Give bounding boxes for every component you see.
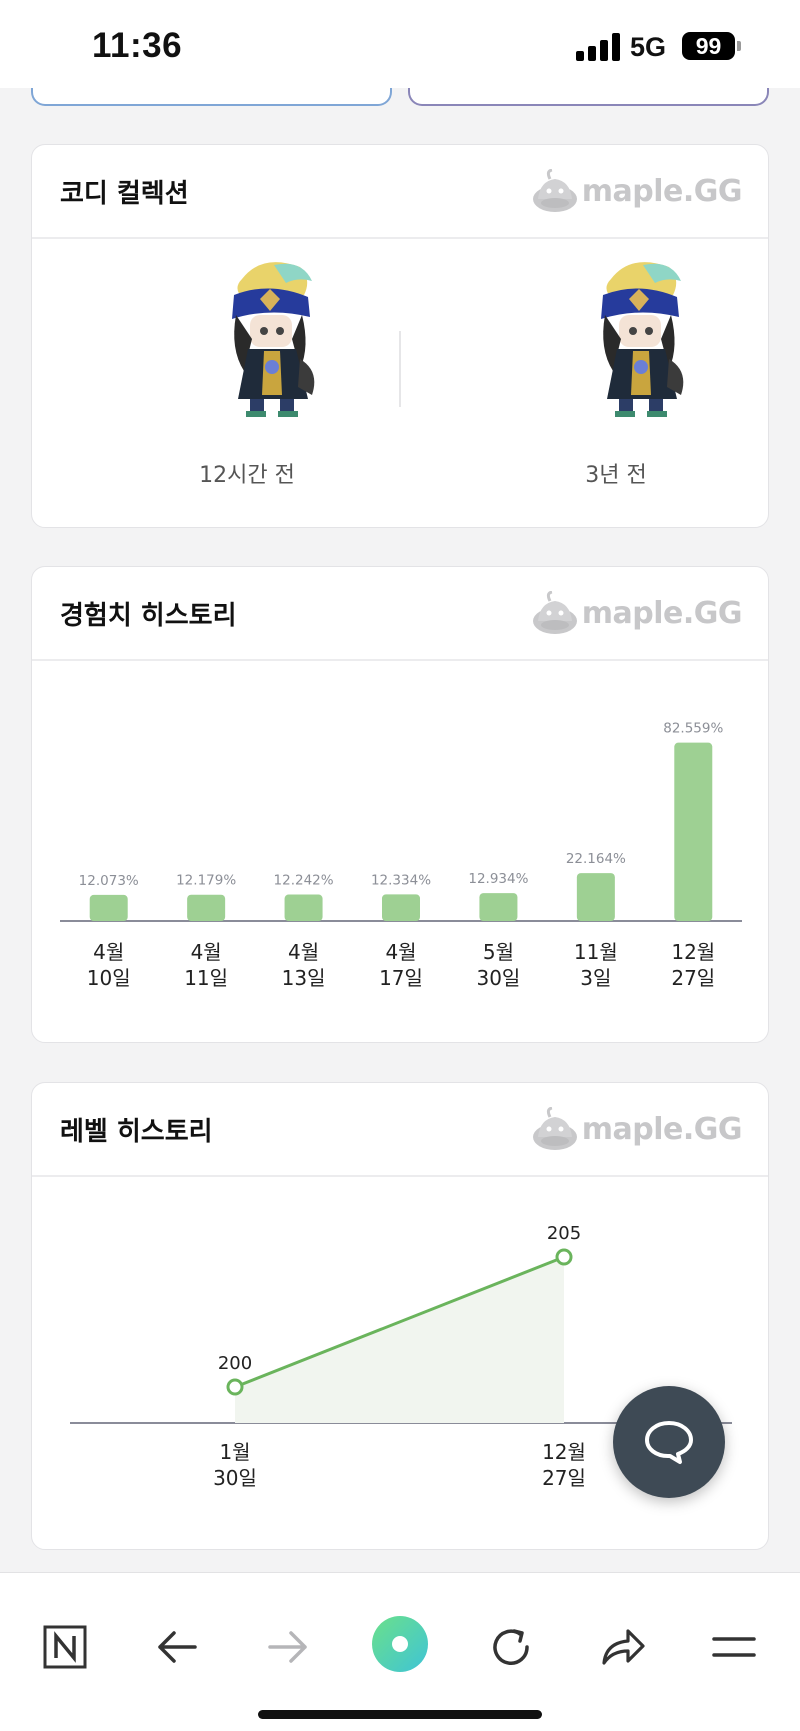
bar: [284, 894, 323, 921]
bar: [479, 893, 518, 921]
coordi-item-1[interactable]: [137, 259, 357, 433]
coordi-body: 12시간 전 3년 전: [32, 239, 768, 527]
maplegg-logo: maple.GG: [532, 167, 743, 215]
card-title: 경험치 히스토리: [60, 601, 237, 631]
x-tick-label: 11월: [574, 940, 618, 964]
bar: [89, 894, 128, 921]
network-type: 5G: [630, 32, 667, 62]
exp-bar-chart: 12.073%4월10일12.179%4월11일12.242%4월13일12.3…: [60, 721, 742, 990]
green-dot-icon: [372, 1616, 428, 1672]
status-time: 11:36: [92, 26, 183, 65]
bar-value-label: 12.934%: [468, 871, 528, 887]
data-label: 205: [547, 1223, 581, 1244]
x-tick-label: 30일: [213, 1466, 257, 1490]
data-label: 200: [218, 1353, 252, 1374]
green-dot-button[interactable]: [370, 1614, 430, 1674]
reload-button[interactable]: [481, 1617, 541, 1677]
x-tick-label: 5월: [483, 940, 514, 964]
coordi-caption-2: 3년 전: [585, 463, 647, 488]
slime-icon: [532, 1106, 578, 1151]
status-bar: 11:36 5G 99: [0, 0, 800, 88]
bar-value-label: 12.242%: [274, 873, 334, 889]
bar: [674, 742, 713, 921]
x-tick-label: 11일: [184, 966, 228, 990]
card-title: 레벨 히스토리: [60, 1117, 213, 1147]
brand-text: maple.GG: [581, 1111, 743, 1147]
x-tick-label: 4월: [385, 940, 416, 964]
x-tick-label: 10일: [87, 966, 131, 990]
x-tick-label: 12월: [542, 1440, 586, 1464]
x-tick-label: 17일: [379, 966, 423, 990]
x-tick-label: 4월: [288, 940, 319, 964]
data-point: [226, 1378, 244, 1396]
x-tick-label: 30일: [476, 966, 520, 990]
card-header: 코디 컬렉션 maple.GG: [32, 145, 768, 239]
bar-value-label: 22.164%: [566, 851, 626, 867]
bar: [382, 894, 420, 921]
bar-value-label: 82.559%: [663, 721, 723, 737]
x-tick-label: 4월: [191, 940, 222, 964]
coordi-item-2[interactable]: [506, 259, 726, 433]
x-tick-label: 13일: [282, 966, 326, 990]
chat-bubble-icon: [645, 1421, 693, 1464]
coordi-caption-1: 12시간 전: [199, 463, 295, 488]
x-tick-label: 27일: [542, 1466, 586, 1490]
menu-button[interactable]: [704, 1617, 764, 1677]
back-button[interactable]: [147, 1617, 207, 1677]
back-arrow-icon: [158, 1631, 197, 1663]
forward-arrow-icon: [268, 1631, 307, 1663]
coordi-collection-card: 코디 컬렉션 maple.GG 12시간 전 3년 전: [31, 144, 769, 528]
bar: [576, 873, 615, 921]
share-button[interactable]: [593, 1617, 653, 1677]
naver-home-button[interactable]: [35, 1617, 95, 1677]
maplegg-logo: maple.GG: [532, 589, 743, 637]
slime-icon: [532, 168, 578, 213]
menu-icon: [712, 1637, 756, 1657]
exp-history-card: 경험치 히스토리 maple.GG 12.073% 4월 10일 12.179% 4월 1…: [31, 566, 769, 1043]
character-avatar-icon: [232, 262, 315, 417]
area-fill: [235, 1257, 564, 1423]
chat-button[interactable]: [613, 1386, 725, 1498]
bar-value-label: 12.179%: [176, 873, 236, 889]
battery-nub: [737, 41, 741, 51]
battery-icon: 99: [682, 32, 735, 60]
slime-icon: [532, 590, 578, 635]
x-tick-label: 12월: [671, 940, 715, 964]
x-tick-label: 1월: [219, 1440, 250, 1464]
brand-text: maple.GG: [581, 173, 743, 209]
reload-icon: [493, 1629, 529, 1665]
bar-value-label: 12.334%: [371, 872, 431, 888]
x-tick-label: 3일: [580, 966, 611, 990]
bar-value-label: 12.073%: [79, 873, 139, 889]
brand-text: maple.GG: [581, 595, 743, 631]
coordi-divider: [399, 331, 401, 407]
data-point: [555, 1248, 573, 1266]
card-title: 코디 컬렉션: [60, 179, 189, 209]
card-header: 레벨 히스토리 maple.GG: [32, 1083, 768, 1177]
maplegg-logo: maple.GG: [532, 1105, 743, 1153]
signal-icon: [576, 33, 620, 61]
exp-chart: 12.073% 4월 10일 12.179% 4월 11일 12.242% 4월 13일 12.3…: [32, 661, 768, 1042]
naver-n-icon: [43, 1625, 87, 1669]
x-tick-label: 4월: [93, 940, 124, 964]
share-icon: [602, 1629, 645, 1665]
card-header: 경험치 히스토리 maple.GG: [32, 567, 768, 661]
forward-button[interactable]: [258, 1617, 318, 1677]
home-indicator: [258, 1710, 542, 1719]
character-avatar-icon: [601, 262, 684, 417]
browser-toolbar: [0, 1572, 800, 1731]
bar: [187, 894, 226, 921]
x-tick-label: 27일: [671, 966, 715, 990]
